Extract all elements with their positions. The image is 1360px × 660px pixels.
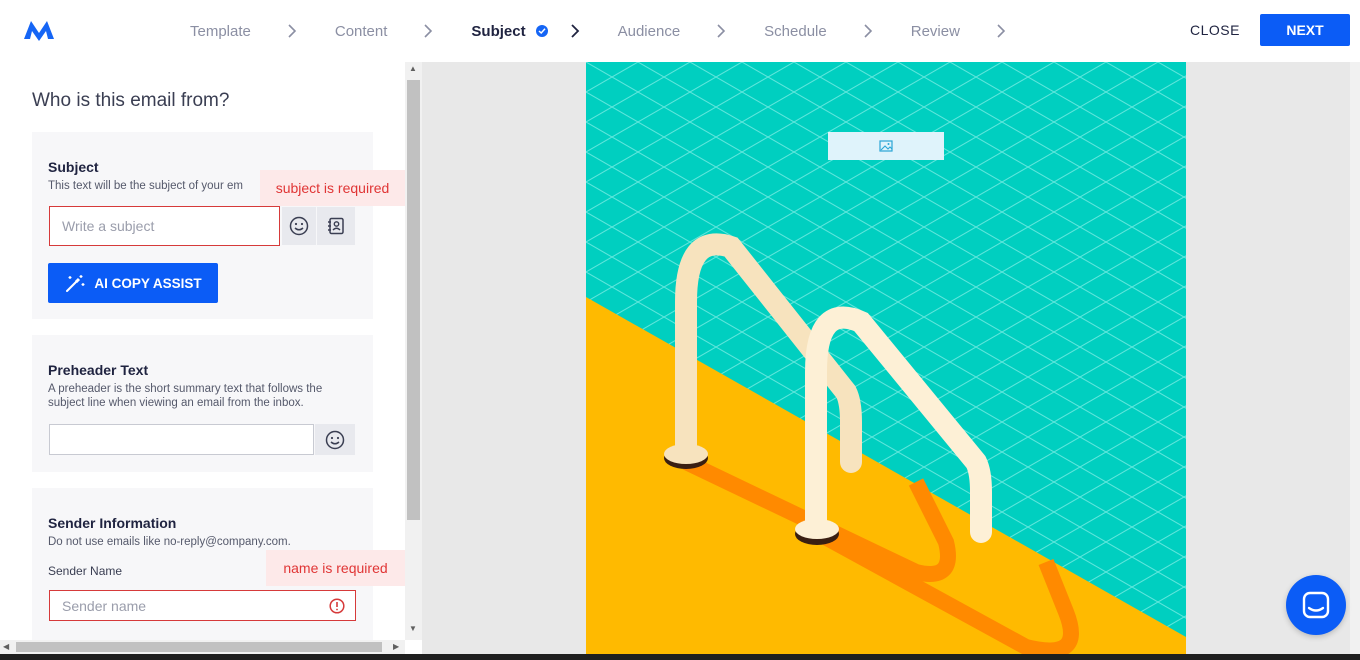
- image-icon: [879, 140, 893, 152]
- step-template[interactable]: Template: [190, 23, 251, 40]
- email-preview-area: [422, 62, 1350, 654]
- sender-name-placeholder: Sender name: [62, 597, 147, 614]
- error-alert-icon: [329, 597, 345, 614]
- scroll-up-icon[interactable]: ▲: [409, 64, 417, 73]
- brand-logo-icon[interactable]: [22, 17, 56, 43]
- email-preview: [586, 62, 1186, 654]
- wizard-steps: Template Content Subject Audience Schedu…: [190, 0, 1044, 62]
- taskbar-strip: [0, 654, 1360, 660]
- sender-name-label: Sender Name: [48, 564, 123, 578]
- chat-icon: [1302, 591, 1330, 619]
- form-heading: Who is this email from?: [32, 90, 230, 111]
- chat-support-button[interactable]: [1286, 575, 1346, 635]
- scroll-thumb[interactable]: [407, 80, 420, 520]
- form-horizontal-scrollbar[interactable]: ◀ ▶: [0, 640, 405, 654]
- top-bar: Template Content Subject Audience Schedu…: [0, 0, 1360, 62]
- chevron-right-icon: [864, 24, 872, 38]
- form-vertical-scrollbar[interactable]: ▲ ▼: [405, 62, 422, 640]
- ai-copy-assist-label: AI COPY ASSIST: [94, 275, 202, 291]
- step-label: Template: [190, 22, 251, 40]
- subject-title: Subject: [48, 159, 99, 175]
- step-review[interactable]: Review: [911, 23, 960, 40]
- step-label: Audience: [617, 22, 681, 40]
- contact-book-icon: [328, 217, 344, 235]
- subject-card: Subject This text will be the subject of…: [32, 132, 373, 319]
- close-button[interactable]: CLOSE: [1180, 14, 1250, 46]
- preheader-input[interactable]: [49, 424, 314, 455]
- chevron-right-icon: [288, 24, 297, 38]
- step-label: Review: [910, 22, 960, 40]
- sender-description: Do not use emails like no-reply@company.…: [48, 536, 291, 548]
- step-label: Subject: [471, 22, 526, 40]
- personalize-button[interactable]: [317, 207, 355, 245]
- chevron-right-icon: [997, 24, 1006, 38]
- step-label: Schedule: [764, 22, 827, 40]
- preheader-title: Preheader Text: [48, 362, 149, 378]
- image-placeholder[interactable]: [828, 132, 944, 160]
- step-schedule[interactable]: Schedule: [764, 23, 827, 40]
- chevron-right-icon: [717, 24, 726, 38]
- scroll-right-icon[interactable]: ▶: [393, 642, 399, 651]
- sender-name-input[interactable]: Sender name: [49, 590, 356, 621]
- smiley-icon: [325, 430, 345, 449]
- check-circle-icon: [535, 25, 548, 37]
- subject-placeholder: Write a subject: [62, 218, 155, 234]
- ai-copy-assist-button[interactable]: AI COPY ASSIST: [48, 263, 218, 303]
- scroll-thumb[interactable]: [16, 642, 382, 652]
- step-label: Content: [334, 22, 388, 40]
- preheader-description: A preheader is the short summary text th…: [48, 383, 323, 409]
- preheader-card: Preheader Text A preheader is the short …: [32, 335, 373, 472]
- step-subject[interactable]: Subject: [471, 22, 548, 40]
- subject-error-tooltip: subject is required: [260, 170, 405, 206]
- smiley-icon: [289, 216, 309, 236]
- preview-scrollbar[interactable]: [1350, 62, 1360, 654]
- subject-input[interactable]: Write a subject: [49, 206, 280, 246]
- chevron-right-icon: [570, 24, 579, 38]
- magic-wand-icon: [66, 275, 85, 292]
- step-audience[interactable]: Audience: [618, 23, 681, 40]
- scroll-left-icon[interactable]: ◀: [3, 642, 9, 651]
- sender-title: Sender Information: [48, 515, 177, 531]
- sender-name-error-tooltip: name is required: [266, 550, 405, 586]
- step-content[interactable]: Content: [335, 23, 388, 40]
- next-button[interactable]: NEXT: [1260, 14, 1350, 46]
- chevron-right-icon: [424, 24, 433, 38]
- emoji-button[interactable]: [282, 207, 316, 245]
- subject-form-panel: Who is this email from? Subject This tex…: [0, 62, 405, 640]
- scroll-down-icon[interactable]: ▼: [409, 624, 417, 633]
- preheader-emoji-button[interactable]: [315, 424, 355, 455]
